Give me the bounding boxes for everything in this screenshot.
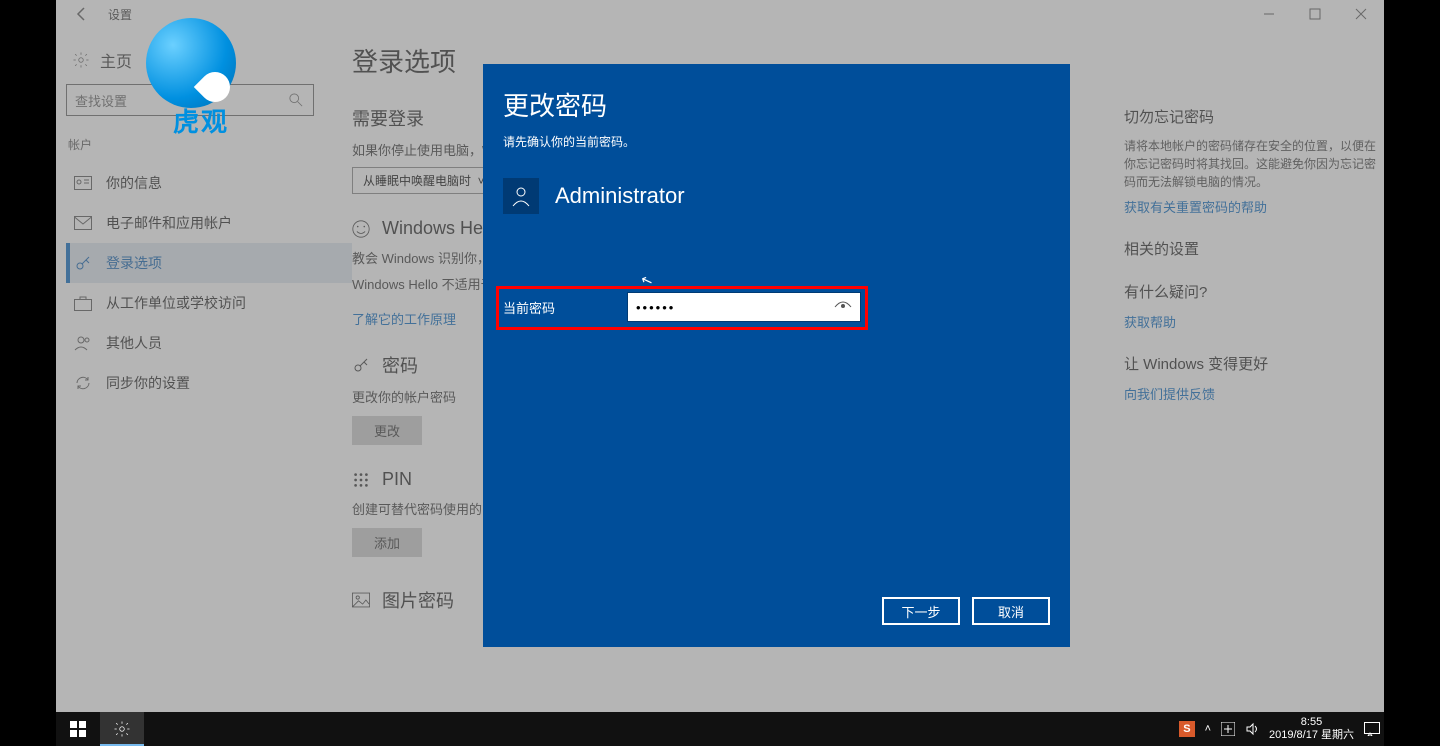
sidebar-item-label: 其他人员 <box>106 333 162 353</box>
home-label: 主页 <box>100 48 132 72</box>
people-icon <box>74 334 92 352</box>
window-title: 设置 <box>108 6 132 23</box>
back-button[interactable] <box>62 0 102 28</box>
right-h3: 有什么疑问? <box>1124 281 1384 302</box>
tray-chevron-icon[interactable]: ˄ <box>1205 723 1211 735</box>
search-input[interactable]: 查找设置 <box>66 84 314 116</box>
volume-icon[interactable] <box>1245 722 1259 736</box>
minimize-button[interactable] <box>1246 0 1292 28</box>
right-h1: 切勿忘记密码 <box>1124 106 1384 127</box>
taskbar-settings-button[interactable] <box>100 712 144 746</box>
user-name: Administrator <box>555 183 685 209</box>
close-button[interactable] <box>1338 0 1384 28</box>
right-pane: 切勿忘记密码 请将本地帐户的密码储存在安全的位置，以便在你忘记密码时将其找回。这… <box>1124 28 1384 712</box>
change-password-button[interactable]: 更改 <box>352 416 422 445</box>
search-placeholder: 查找设置 <box>75 91 127 110</box>
clock-date: 2019/8/17 星期六 <box>1269 729 1354 742</box>
ime-icon[interactable]: S <box>1179 721 1194 737</box>
sidebar-item-sync[interactable]: 同步你的设置 <box>66 363 352 403</box>
current-password-input[interactable]: •••••• <box>627 292 861 322</box>
briefcase-icon <box>74 294 92 312</box>
sidebar-item-your-info[interactable]: 你的信息 <box>66 163 352 203</box>
dialog-title: 更改密码 <box>483 64 1070 123</box>
change-password-dialog: 更改密码 请先确认你的当前密码。 Administrator 当前密码 ••••… <box>483 64 1070 647</box>
sidebar-item-label: 同步你的设置 <box>106 373 190 393</box>
gear-icon <box>72 51 90 69</box>
titlebar: 设置 <box>56 0 1384 28</box>
taskbar: S ˄ 8:55 2019/8/17 星期六 <box>56 712 1384 746</box>
right-h2: 相关的设置 <box>1124 238 1384 259</box>
add-pin-button[interactable]: 添加 <box>352 528 422 557</box>
field-label: 当前密码 <box>503 298 627 317</box>
cancel-button[interactable]: 取消 <box>972 597 1050 625</box>
search-icon <box>287 91 305 109</box>
next-button[interactable]: 下一步 <box>882 597 960 625</box>
avatar <box>503 178 539 214</box>
sidebar-item-signin-options[interactable]: 登录选项 <box>66 243 352 283</box>
key-icon <box>352 356 370 374</box>
sidebar-item-email[interactable]: 电子邮件和应用帐户 <box>66 203 352 243</box>
home-button[interactable]: 主页 <box>72 48 352 72</box>
sidebar-item-other-people[interactable]: 其他人员 <box>66 323 352 363</box>
right-h4: 让 Windows 变得更好 <box>1124 353 1384 374</box>
get-help-link[interactable]: 获取帮助 <box>1124 312 1384 331</box>
hello-icon <box>352 220 370 238</box>
id-card-icon <box>74 174 92 192</box>
picture-icon <box>352 591 370 609</box>
numpad-icon <box>352 471 370 489</box>
mail-icon <box>74 214 92 232</box>
system-tray: S ˄ 8:55 2019/8/17 星期六 <box>1179 712 1380 746</box>
sidebar: 主页 查找设置 帐户 你的信息 电子邮件和应用帐户 <box>56 28 352 712</box>
reset-password-link[interactable]: 获取有关重置密码的帮助 <box>1124 197 1384 216</box>
settings-window: 设置 主页 查找设置 帐户 你 <box>56 0 1384 712</box>
maximize-button[interactable] <box>1292 0 1338 28</box>
dialog-subtitle: 请先确认你的当前密码。 <box>483 123 1070 150</box>
window-controls <box>1246 0 1384 28</box>
reveal-password-icon[interactable] <box>834 301 852 313</box>
sidebar-category: 帐户 <box>68 136 352 153</box>
start-button[interactable] <box>56 712 100 746</box>
network-icon[interactable] <box>1221 722 1235 736</box>
sync-icon <box>74 374 92 392</box>
action-center-icon[interactable] <box>1364 722 1380 736</box>
taskbar-clock[interactable]: 8:55 2019/8/17 星期六 <box>1269 716 1354 742</box>
key-icon <box>74 254 92 272</box>
feedback-link[interactable]: 向我们提供反馈 <box>1124 384 1384 403</box>
user-row: Administrator <box>483 150 1070 214</box>
password-value: •••••• <box>636 300 675 315</box>
sidebar-item-work-school[interactable]: 从工作单位或学校访问 <box>66 283 352 323</box>
current-password-field: 当前密码 •••••• <box>503 292 861 322</box>
right-p1: 请将本地帐户的密码储存在安全的位置，以便在你忘记密码时将其找回。这能避免你因为忘… <box>1124 137 1384 191</box>
sidebar-item-label: 你的信息 <box>106 173 162 193</box>
sidebar-item-label: 电子邮件和应用帐户 <box>106 213 232 233</box>
clock-time: 8:55 <box>1269 716 1354 729</box>
sidebar-item-label: 登录选项 <box>106 253 162 273</box>
sidebar-item-label: 从工作单位或学校访问 <box>106 293 246 313</box>
